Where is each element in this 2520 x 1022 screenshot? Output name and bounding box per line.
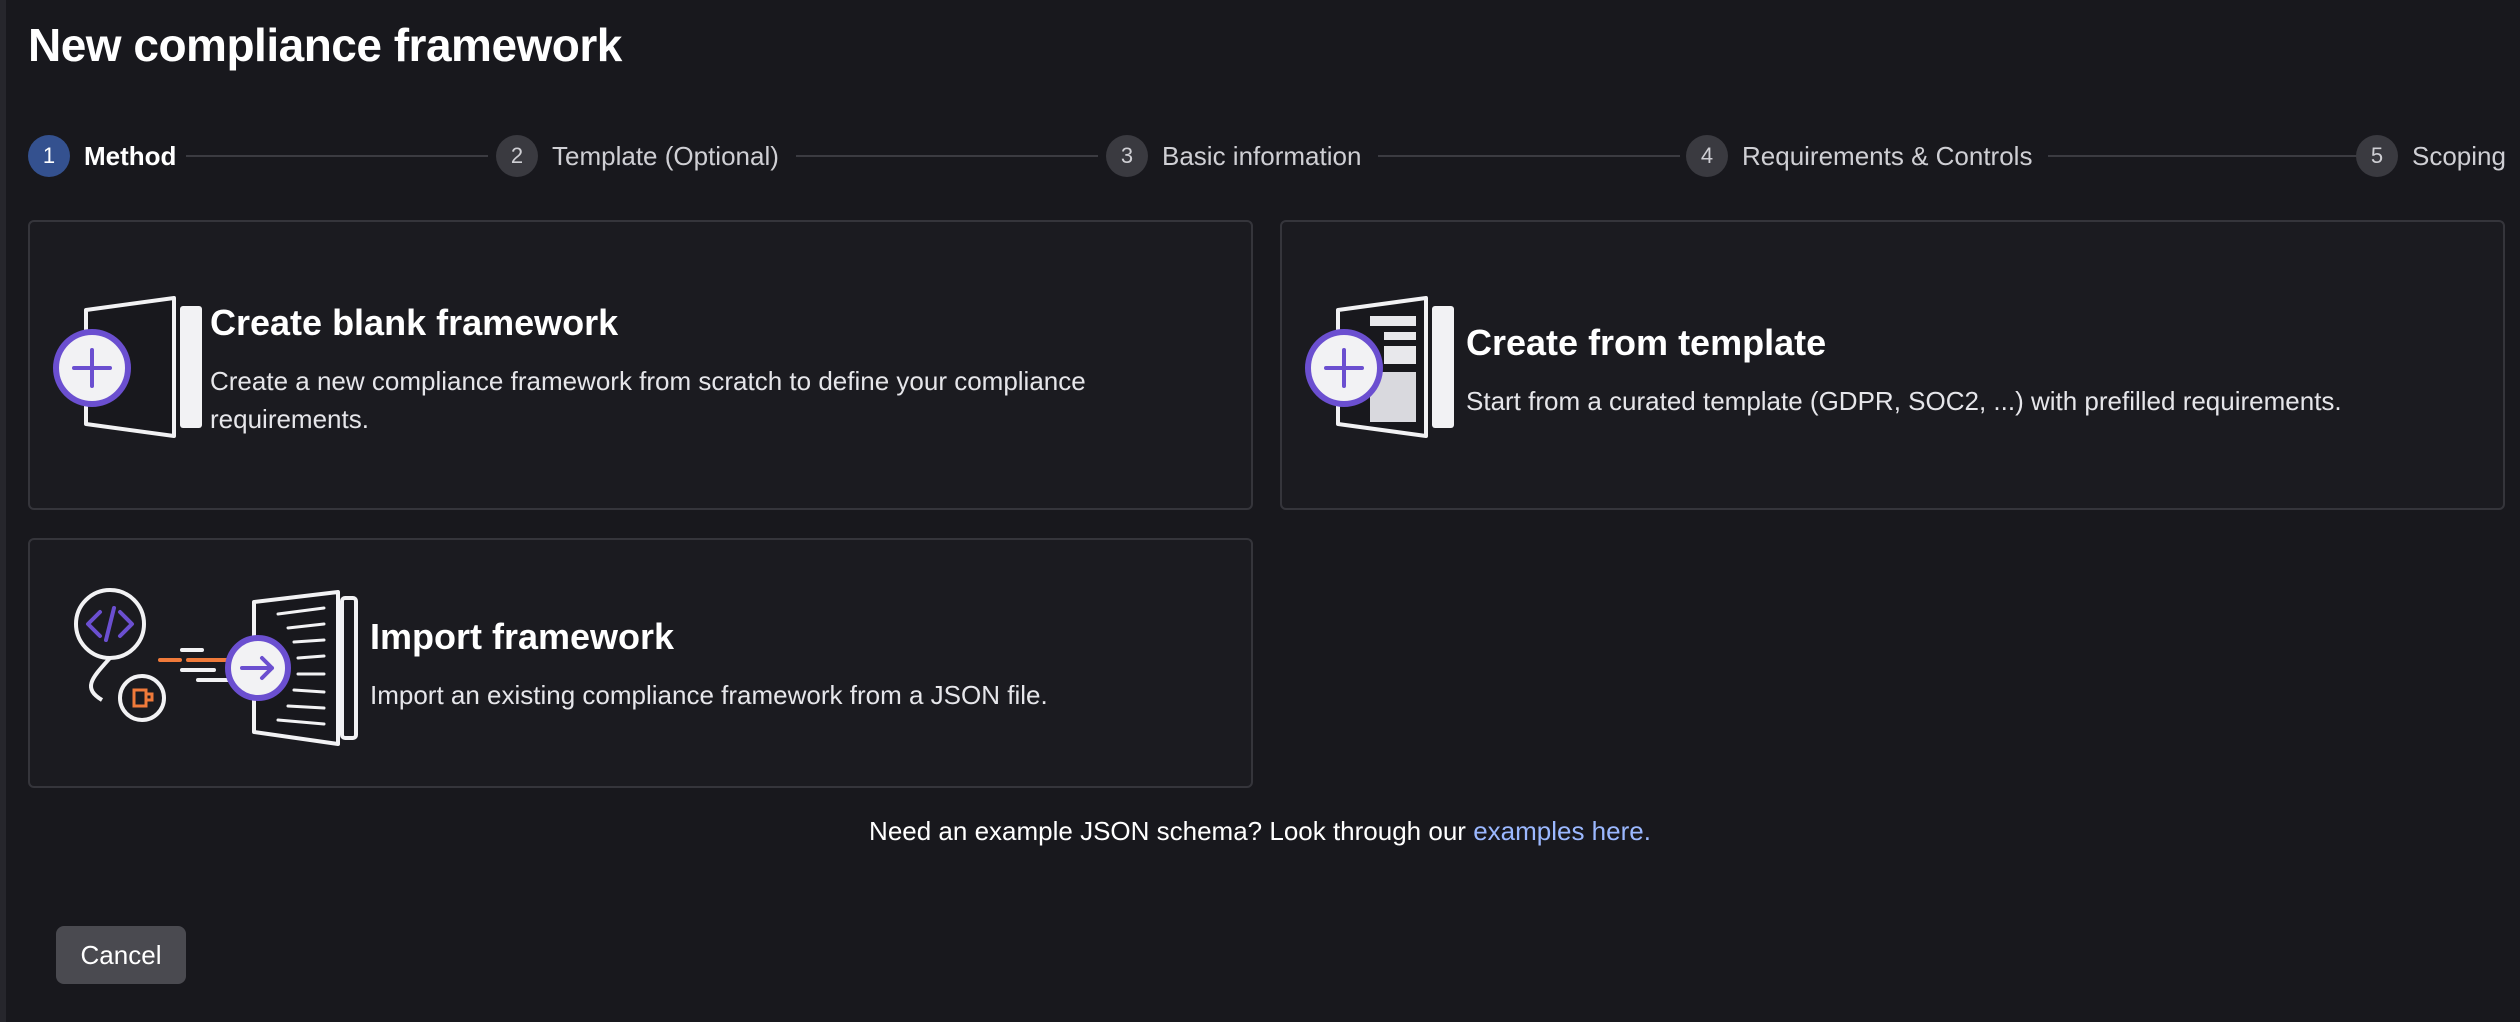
step-label: Basic information bbox=[1162, 140, 1362, 171]
step-number: 4 bbox=[1686, 135, 1728, 177]
step-template[interactable]: 2 Template (Optional) bbox=[496, 134, 779, 178]
step-method[interactable]: 1 Method bbox=[28, 134, 176, 178]
card-title: Create from template bbox=[1466, 322, 1827, 363]
new-framework-page: New compliance framework 1 Method 2 Temp… bbox=[0, 0, 2520, 1022]
template-plus-icon bbox=[1294, 292, 1464, 442]
step-number: 1 bbox=[28, 135, 70, 177]
stepper: 1 Method 2 Template (Optional) 3 Basic i… bbox=[28, 134, 2506, 178]
step-connector bbox=[2048, 155, 2368, 157]
step-scoping[interactable]: 5 Scoping bbox=[2356, 134, 2506, 178]
step-label: Method bbox=[84, 140, 177, 171]
step-connector bbox=[186, 155, 488, 157]
hint-text: Need an example JSON schema? Look throug… bbox=[869, 816, 1466, 846]
card-description: Start from a curated template (GDPR, SOC… bbox=[1466, 386, 2342, 416]
card-text: Create blank framework Create a new comp… bbox=[210, 302, 1220, 438]
card-text: Import framework Import an existing comp… bbox=[370, 616, 1230, 714]
step-label: Scoping bbox=[2412, 140, 2506, 171]
page-title: New compliance framework bbox=[28, 19, 622, 71]
cancel-button[interactable]: Cancel bbox=[56, 926, 186, 984]
card-description: Import an existing compliance framework … bbox=[370, 680, 1048, 710]
step-label: Template (Optional) bbox=[552, 140, 779, 171]
card-text: Create from template Start from a curate… bbox=[1466, 322, 2486, 420]
import-framework-card[interactable]: Import framework Import an existing comp… bbox=[28, 538, 1253, 788]
step-connector bbox=[1378, 155, 1680, 157]
step-number: 2 bbox=[496, 135, 538, 177]
step-number: 3 bbox=[1106, 135, 1148, 177]
step-label: Requirements & Controls bbox=[1742, 140, 2033, 171]
examples-link[interactable]: examples here. bbox=[1473, 816, 1651, 846]
card-description: Create a new compliance framework from s… bbox=[210, 366, 1086, 434]
document-plus-icon bbox=[42, 292, 212, 442]
card-title: Import framework bbox=[370, 616, 675, 657]
card-title: Create blank framework bbox=[210, 302, 619, 343]
example-schema-hint: Need an example JSON schema? Look throug… bbox=[0, 816, 2520, 847]
create-from-template-card[interactable]: Create from template Start from a curate… bbox=[1280, 220, 2505, 510]
step-requirements-controls[interactable]: 4 Requirements & Controls bbox=[1686, 134, 2032, 178]
create-blank-framework-card[interactable]: Create blank framework Create a new comp… bbox=[28, 220, 1253, 510]
step-basic-information[interactable]: 3 Basic information bbox=[1106, 134, 1361, 178]
step-number: 5 bbox=[2356, 135, 2398, 177]
code-import-icon bbox=[42, 588, 362, 748]
step-connector bbox=[796, 155, 1098, 157]
